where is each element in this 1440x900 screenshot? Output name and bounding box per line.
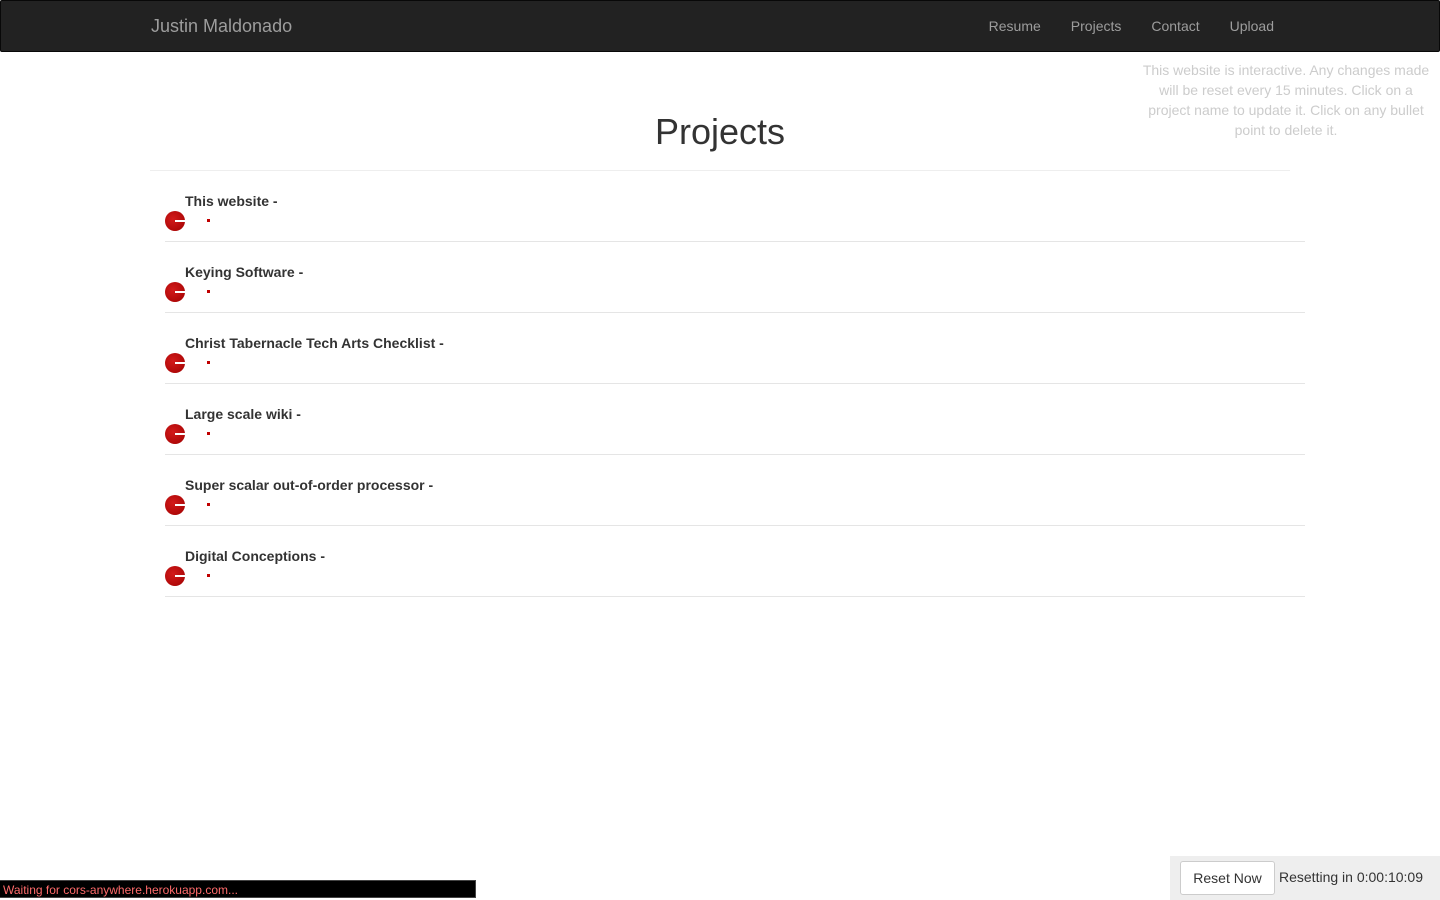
delete-project-button[interactable] [165,424,185,444]
delete-project-button[interactable] [165,211,185,231]
nav-links: Resume Projects Contact Upload [974,1,1289,51]
project-item: Digital Conceptions - [165,526,1305,597]
project-item: Super scalar out-of-order processor - [165,455,1305,526]
nav-link-contact[interactable]: Contact [1136,1,1214,51]
nav-link-upload[interactable]: Upload [1215,1,1289,51]
project-list: This website - Keying Software - Christ … [165,171,1305,597]
delete-project-button[interactable] [165,353,185,373]
reset-timer: Resetting in 0:00:10:09 [1279,868,1423,886]
project-name[interactable]: Keying Software - [185,263,303,281]
page-title: Projects [654,111,786,152]
project-name[interactable]: Large scale wiki - [185,405,301,423]
project-bullet[interactable] [207,290,210,293]
minus-icon [175,220,185,222]
minus-icon [175,575,185,577]
project-name[interactable]: Digital Conceptions - [185,547,325,565]
brand-link[interactable]: Justin Maldonado [151,16,292,36]
project-name[interactable]: Christ Tabernacle Tech Arts Checklist - [185,334,444,352]
minus-icon [175,362,185,364]
browser-status-bar: Waiting for cors-anywhere.herokuapp.com.… [0,880,476,898]
project-item: This website - [165,171,1305,242]
project-name[interactable]: Super scalar out-of-order processor - [185,476,433,494]
reset-timer-label: Resetting in [1279,869,1353,885]
reset-now-button[interactable]: Reset Now [1180,861,1275,895]
delete-project-button[interactable] [165,282,185,302]
minus-icon [175,433,185,435]
nav-link-projects[interactable]: Projects [1056,1,1137,51]
project-item: Large scale wiki - [165,384,1305,455]
minus-icon [175,504,185,506]
project-item: Christ Tabernacle Tech Arts Checklist - [165,313,1305,384]
nav-link-resume[interactable]: Resume [974,1,1056,51]
project-item: Keying Software - [165,242,1305,313]
navbar: Justin Maldonado Resume Projects Contact… [0,0,1440,52]
delete-project-button[interactable] [165,566,185,586]
delete-project-button[interactable] [165,495,185,515]
project-bullet[interactable] [207,503,210,506]
project-bullet[interactable] [207,219,210,222]
reset-timer-value: 0:00:10:09 [1356,869,1423,885]
project-bullet[interactable] [207,361,210,364]
project-bullet[interactable] [207,432,210,435]
reset-panel: Reset Now Resetting in 0:00:10:09 [1170,856,1440,900]
project-bullet[interactable] [207,574,210,577]
minus-icon [175,291,185,293]
project-name[interactable]: This website - [185,192,278,210]
